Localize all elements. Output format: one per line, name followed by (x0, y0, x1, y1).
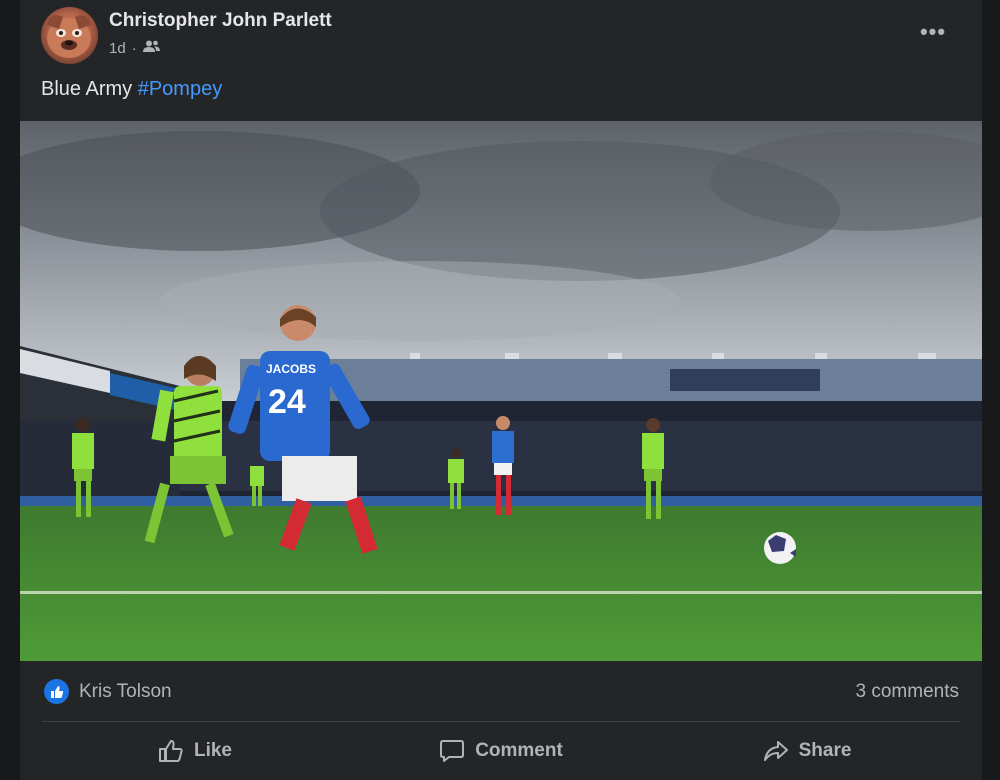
share-label: Share (798, 740, 852, 761)
like-button[interactable]: Like (42, 726, 348, 776)
more-options-icon[interactable]: ••• (910, 18, 956, 46)
post-time[interactable]: 1d (109, 40, 126, 57)
comments-count[interactable]: 3 comments (856, 681, 959, 703)
feed-post: Christopher John Parlett 1d · ••• Blue A… (20, 0, 982, 780)
author-name[interactable]: Christopher John Parlett (109, 10, 332, 32)
post-actions: Like Comment Share (42, 726, 960, 776)
comment-icon (439, 739, 465, 763)
post-caption: Blue Army #Pompey (41, 78, 222, 101)
like-label: Like (193, 740, 233, 761)
shirt-number: 24 (268, 383, 306, 421)
post-meta: 1d · (109, 38, 160, 58)
comment-button[interactable]: Comment (348, 726, 654, 776)
thumbs-up-icon (158, 739, 184, 763)
like-reaction-icon[interactable] (44, 679, 69, 704)
meta-separator: · (131, 39, 137, 57)
share-icon (763, 739, 789, 763)
post-photo[interactable]: JACOBS 24 (20, 121, 982, 661)
share-button[interactable]: Share (654, 726, 960, 776)
friends-icon[interactable] (142, 40, 160, 57)
reactor-name[interactable]: Kris Tolson (79, 681, 172, 703)
comment-label: Comment (475, 740, 563, 761)
divider (42, 721, 960, 722)
hashtag-link[interactable]: #Pompey (138, 78, 223, 100)
caption-text: Blue Army (41, 78, 138, 100)
football (764, 532, 796, 564)
shirt-name: JACOBS (266, 362, 316, 376)
author-avatar[interactable] (41, 7, 98, 64)
